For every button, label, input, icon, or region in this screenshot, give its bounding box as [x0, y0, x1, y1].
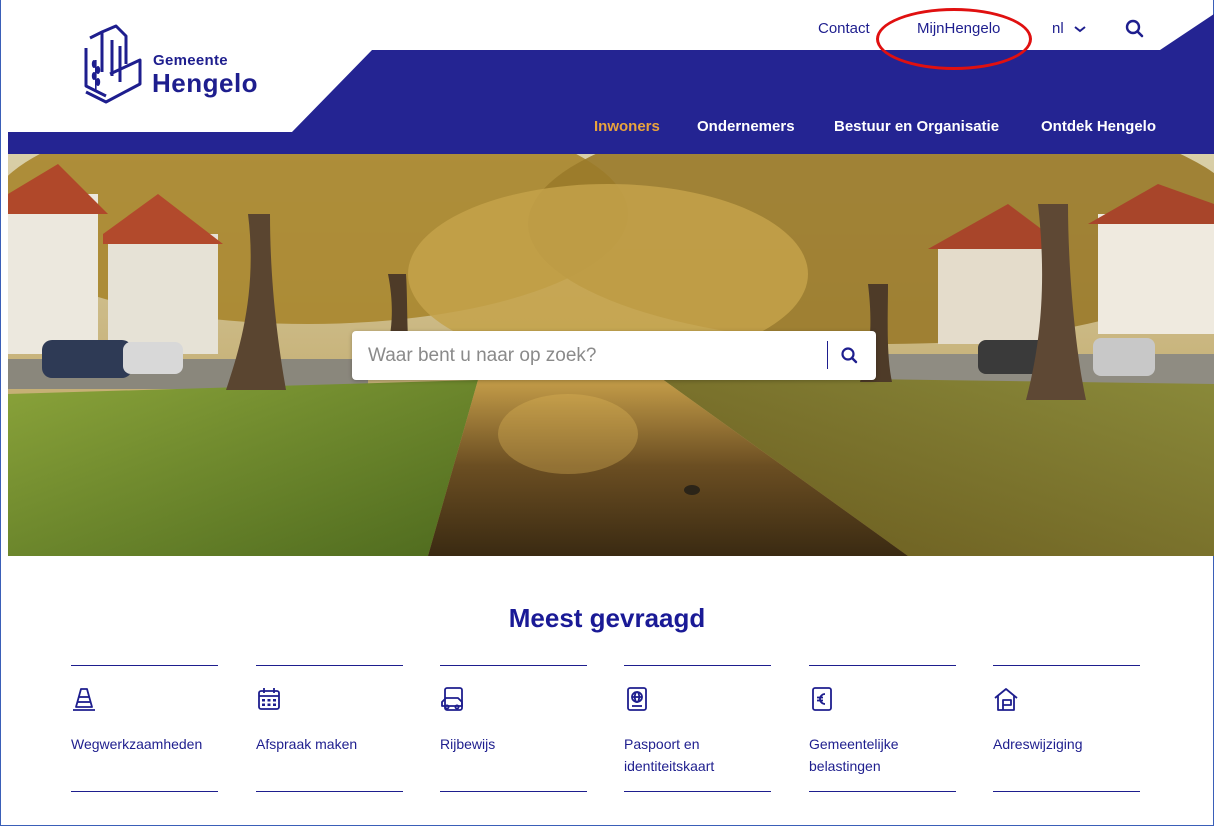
chevron-down-icon	[1074, 26, 1086, 33]
passport-icon	[627, 687, 647, 711]
header-search-icon[interactable]	[1124, 18, 1146, 40]
logo-text-gemeente: Gemeente	[153, 52, 228, 69]
tile-label: Adreswijziging	[993, 736, 1083, 752]
section-title-meest-gevraagd: Meest gevraagd	[508, 603, 706, 633]
drivers-license-icon	[441, 687, 463, 711]
tile-label: Afspraak maken	[256, 736, 358, 752]
traffic-cone-icon	[73, 688, 95, 711]
mainnav-inwoners[interactable]: Inwoners	[594, 118, 660, 135]
tile-divider	[440, 791, 587, 792]
tile-adreswijziging[interactable]: Adreswijziging	[993, 665, 1140, 792]
tile-afspraak-maken[interactable]: Afspraak maken	[256, 665, 403, 792]
hero-search-button-icon[interactable]	[836, 342, 864, 370]
language-label: nl	[1052, 20, 1064, 37]
tax-document-icon	[812, 687, 832, 711]
calendar-icon	[258, 688, 280, 710]
tile-label: Gemeentelijke belastingen	[809, 736, 899, 774]
tile-divider	[993, 665, 1140, 666]
tile-label: Paspoort en identiteitskaart	[624, 736, 715, 774]
language-selector[interactable]: nl	[1052, 20, 1086, 37]
tile-divider	[809, 665, 956, 666]
annotation-red-oval	[876, 8, 1032, 70]
house-icon	[994, 688, 1018, 711]
tile-divider	[256, 665, 403, 666]
logo-emblem-icon	[84, 24, 142, 104]
logo-text-hengelo: Hengelo	[152, 68, 259, 98]
site-header: Gemeente Hengelo Contact MijnHengelo nl …	[0, 0, 1214, 154]
tile-divider	[993, 791, 1140, 792]
tile-divider	[71, 791, 218, 792]
tile-paspoort-en-identiteitskaart[interactable]: Paspoort en identiteitskaart	[624, 665, 771, 792]
mainnav-ontdek-hengelo[interactable]: Ontdek Hengelo	[1041, 118, 1156, 135]
search-divider	[827, 341, 828, 369]
tile-wegwerkzaamheden[interactable]: Wegwerkzaamheden	[71, 665, 218, 792]
tile-label: Wegwerkzaamheden	[71, 736, 203, 752]
hero-search-box	[352, 331, 876, 380]
tile-divider	[440, 665, 587, 666]
tile-gemeentelijke-belastingen[interactable]: Gemeentelijke belastingen	[809, 665, 956, 792]
tile-divider	[809, 791, 956, 792]
tile-divider	[256, 791, 403, 792]
mainnav-ondernemers[interactable]: Ondernemers	[697, 118, 795, 135]
tile-rijbewijs[interactable]: Rijbewijs	[440, 665, 587, 792]
tile-divider	[624, 791, 771, 792]
topnav-contact-link[interactable]: Contact	[818, 20, 870, 37]
tile-divider	[71, 665, 218, 666]
tile-label: Rijbewijs	[440, 736, 496, 752]
hero-search-input[interactable]	[352, 331, 822, 380]
logo[interactable]: Gemeente Hengelo	[82, 24, 282, 114]
tile-divider	[624, 665, 771, 666]
mainnav-bestuur-en-organisatie[interactable]: Bestuur en Organisatie	[834, 118, 999, 135]
